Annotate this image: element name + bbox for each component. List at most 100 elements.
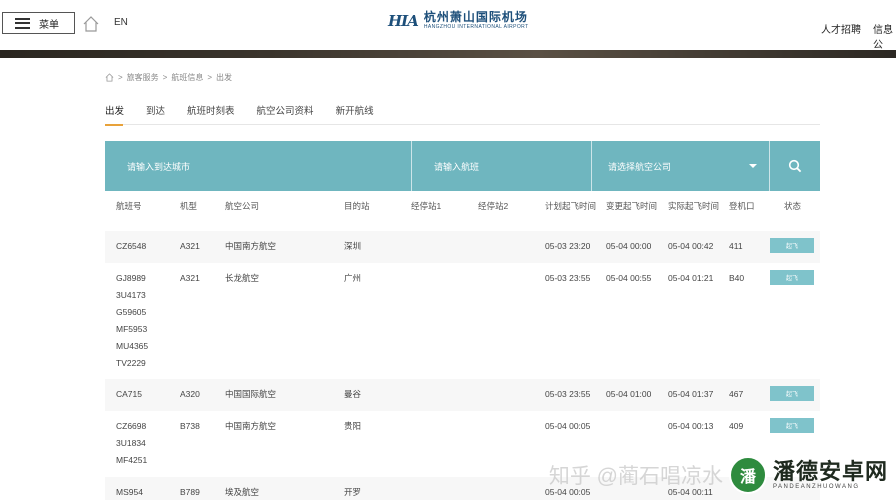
flight-number: CZ6698	[116, 421, 147, 431]
search-button[interactable]	[770, 141, 820, 191]
home-icon[interactable]	[82, 15, 100, 33]
info-link[interactable]: 信息公	[873, 21, 896, 51]
cell-changed: 05-04 00:55	[606, 273, 652, 283]
status-badge[interactable]: 起飞	[770, 238, 814, 253]
codeshare-flight: TV2229	[116, 358, 146, 368]
cell-aircraft: B738	[180, 421, 200, 431]
col-stop2: 经停站2	[478, 201, 509, 211]
flight-number: GJ8989	[116, 273, 146, 283]
cell-actual: 05-04 00:42	[668, 241, 714, 251]
breadcrumb-sep: >	[207, 73, 213, 82]
language-switch[interactable]: EN	[114, 17, 128, 28]
codeshare-flight: MF4251	[116, 455, 148, 465]
logo-en: HANGZHOU INTERNATIONAL AIRPORT	[423, 24, 529, 30]
cell-changed: 05-04 01:00	[606, 389, 652, 399]
hamburger-icon	[15, 17, 30, 29]
home-icon[interactable]	[105, 73, 114, 82]
flight-number-input[interactable]: 请输入航班	[412, 141, 592, 191]
codeshare-flight: 3U4173	[116, 290, 146, 300]
codeshare-flight: G59605	[116, 307, 147, 317]
col-planned: 计划起飞时间	[545, 201, 597, 211]
cell-destination: 开罗	[344, 487, 362, 497]
col-aircraft: 机型	[180, 201, 198, 211]
cell-aircraft: A320	[180, 389, 200, 399]
cell-airline: 中国南方航空	[225, 421, 277, 431]
col-stop1: 经停站1	[411, 201, 442, 211]
codeshare-flight: 3U1834	[116, 438, 146, 448]
status-badge[interactable]: 起飞	[770, 418, 814, 433]
cell-changed: 05-04 00:00	[606, 241, 652, 251]
menu-label: 菜单	[39, 19, 59, 31]
cell-airline: 长龙航空	[225, 273, 260, 283]
table-row[interactable]: GJ8989 3U4173 G59605 MF5953 MU4365 TV222…	[105, 263, 820, 379]
breadcrumb: > 旅客服务 > 航班信息 > 出发	[105, 72, 232, 83]
watermark-zhihu: 知乎 @蔺石唱凉水	[548, 465, 723, 488]
tab-arrivals[interactable]: 到达	[146, 103, 165, 124]
cell-flight: CA715	[116, 389, 142, 399]
chevron-down-icon	[749, 164, 757, 168]
watermark-brand-name: 潘德安卓网	[772, 459, 888, 484]
watermark: 知乎 @蔺石唱凉水 潘 潘德安卓网 PANDEANZHUOWANG	[549, 456, 888, 494]
cell-aircraft: A321	[180, 241, 200, 251]
cell-destination: 贵阳	[344, 421, 362, 431]
cell-airline: 中国国际航空	[225, 389, 277, 399]
table-header: 航班号 机型 航空公司 目的站 经停站1 经停站2 计划起飞时间 变更起飞时间 …	[105, 198, 820, 218]
cell-flight: MS954	[116, 487, 143, 497]
table-row[interactable]: CZ6548 A321 中国南方航空 深圳 05-03 23:20 05-04 …	[105, 231, 820, 263]
col-airline: 航空公司	[225, 201, 260, 211]
cell-gate: 409	[729, 421, 744, 431]
cell-gate: B40	[729, 273, 745, 283]
flight-search-bar: 请输入到达城市 请输入航班 请选择航空公司	[105, 141, 820, 191]
breadcrumb-item[interactable]: 旅客服务	[127, 72, 159, 83]
tab-schedule[interactable]: 航班时刻表	[187, 103, 235, 124]
breadcrumb-sep: >	[118, 73, 123, 82]
cell-flight: CZ6548	[116, 241, 147, 251]
cell-destination: 曼谷	[344, 389, 362, 399]
flight-tabs: 出发 到达 航班时刻表 航空公司资料 新开航线	[105, 103, 820, 126]
status-badge[interactable]: 起飞	[770, 270, 814, 285]
tab-departures[interactable]: 出发	[105, 103, 124, 126]
cell-gate: 411	[729, 241, 743, 251]
cell-airline: 埃及航空	[225, 487, 260, 497]
cell-airline: 中国南方航空	[225, 241, 277, 251]
destination-city-input[interactable]: 请输入到达城市	[105, 141, 412, 191]
logo-cn: 杭州萧山国际机场	[423, 10, 528, 24]
tab-new-routes[interactable]: 新开航线	[336, 103, 374, 124]
breadcrumb-item[interactable]: 航班信息	[171, 72, 203, 83]
cell-gate: 467	[729, 389, 744, 399]
table-row[interactable]: CA715 A320 中国国际航空 曼谷 05-03 23:55 05-04 0…	[105, 379, 820, 411]
tab-airlines[interactable]: 航空公司资料	[257, 103, 314, 124]
col-destination: 目的站	[344, 201, 370, 211]
cell-flight: CZ6698 3U1834 MF4251	[116, 418, 147, 469]
cell-destination: 广州	[344, 273, 362, 283]
watermark-brand-en: PANDEANZHUOWANG	[772, 484, 860, 490]
banner-image	[0, 50, 896, 58]
cell-actual: 05-04 00:13	[668, 421, 714, 431]
watermark-badge-icon: 潘	[728, 456, 767, 494]
col-actual: 实际起飞时间	[668, 201, 720, 211]
cell-planned: 05-03 23:55	[545, 389, 591, 399]
status-badge[interactable]: 起飞	[770, 386, 814, 401]
col-changed: 变更起飞时间	[606, 201, 658, 211]
logo-mark: HIA	[388, 12, 419, 30]
careers-link[interactable]: 人才招聘	[821, 21, 861, 36]
cell-planned: 05-03 23:55	[545, 273, 591, 283]
breadcrumb-item: 出发	[216, 73, 233, 82]
watermark-brand: 潘德安卓网 PANDEANZHUOWANG	[772, 459, 888, 491]
site-header: 菜单 EN HIA 杭州萧山国际机场 HANGZHOU INTERNATIONA…	[0, 0, 896, 51]
menu-button[interactable]: 菜单	[2, 12, 75, 34]
breadcrumb-sep: >	[162, 73, 168, 82]
airline-select[interactable]: 请选择航空公司	[592, 141, 770, 191]
codeshare-flight: MU4365	[116, 341, 149, 351]
airport-logo[interactable]: HIA 杭州萧山国际机场 HANGZHOU INTERNATIONAL AIRP…	[388, 11, 529, 31]
cell-flight: GJ8989 3U4173 G59605 MF5953 MU4365 TV222…	[116, 270, 148, 372]
codeshare-flight: MF5953	[116, 324, 148, 334]
cell-destination: 深圳	[344, 241, 362, 251]
cell-aircraft: B789	[180, 487, 200, 497]
col-gate: 登机口	[729, 201, 755, 211]
cell-actual: 05-04 01:21	[668, 273, 714, 283]
search-icon	[788, 159, 802, 173]
cell-aircraft: A321	[180, 273, 200, 283]
cell-planned: 05-03 23:20	[545, 241, 591, 251]
col-status: 状态	[784, 201, 802, 211]
